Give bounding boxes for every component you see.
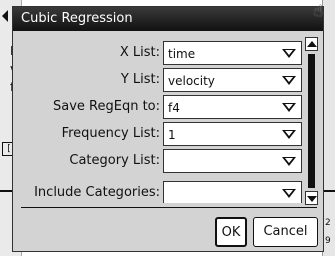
y-list-select[interactable]: velocity: [163, 68, 302, 92]
frequency-list-row: Frequency List: 1: [22, 122, 305, 146]
chevron-down-icon[interactable]: [282, 76, 296, 85]
ok-button[interactable]: OK: [215, 217, 247, 247]
chevron-down-icon[interactable]: [282, 189, 296, 198]
include-categories-row: Include Categories:: [22, 181, 305, 203]
chevron-down-icon[interactable]: [282, 49, 296, 58]
frequency-list-value: 1: [168, 128, 176, 142]
save-regeqn-select[interactable]: f4: [163, 95, 302, 119]
background-text: 2: [325, 218, 331, 228]
category-list-select[interactable]: [163, 149, 302, 173]
save-regeqn-label: Save RegEqn to:: [52, 99, 160, 114]
x-list-row: X List: time: [22, 41, 305, 65]
dialog-form: X List: time Y List: velocity Save RegEq…: [22, 31, 305, 203]
x-list-value: time: [168, 47, 196, 61]
frequency-list-select[interactable]: 1: [163, 122, 302, 146]
scrollbar-thumb[interactable]: [308, 54, 315, 188]
x-list-select[interactable]: time: [163, 41, 302, 65]
y-list-row: Y List: velocity: [22, 68, 305, 92]
include-categories-select[interactable]: [163, 181, 302, 203]
y-list-label: Y List:: [120, 72, 160, 87]
cancel-button[interactable]: Cancel: [253, 217, 318, 247]
chevron-down-icon[interactable]: [282, 157, 296, 166]
dialog-titlebar[interactable]: Cubic Regression ☝: [13, 1, 323, 31]
dialog-divider: [21, 207, 317, 208]
background-text: 9: [325, 236, 331, 246]
y-list-value: velocity: [168, 74, 215, 88]
save-regeqn-row: Save RegEqn to: f4: [22, 95, 305, 119]
frequency-list-label: Frequency List:: [61, 126, 160, 141]
category-list-row: Category List:: [22, 149, 305, 173]
dialog-title: Cubic Regression: [21, 11, 133, 26]
scroll-down-arrow-icon[interactable]: [305, 191, 318, 205]
hand-pointer-icon: ☝: [313, 1, 323, 20]
left-arrow-icon: [2, 10, 8, 22]
cubic-regression-dialog: Cubic Regression ☝ X List: time Y List: …: [12, 1, 324, 252]
scroll-up-arrow-icon[interactable]: [305, 37, 318, 51]
include-categories-label: Include Categories:: [34, 185, 160, 200]
x-list-label: X List:: [119, 45, 160, 60]
background-divider: [323, 190, 335, 192]
chevron-down-icon[interactable]: [282, 103, 296, 112]
save-regeqn-value: f4: [168, 101, 180, 115]
chevron-down-icon[interactable]: [282, 130, 296, 139]
dialog-scrollbar[interactable]: [305, 37, 318, 205]
category-list-label: Category List:: [69, 153, 160, 168]
